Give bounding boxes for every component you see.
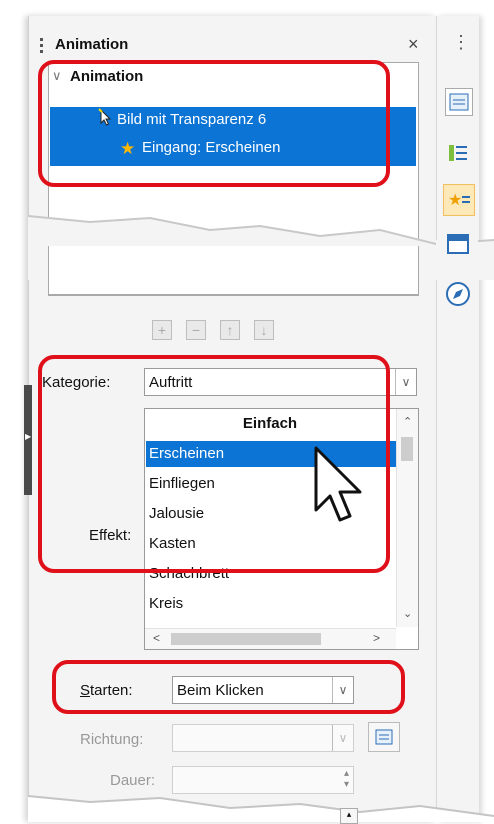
annotation-box-starten — [52, 660, 405, 714]
remove-effect-button[interactable]: − — [186, 320, 206, 340]
add-effect-button[interactable]: + — [152, 320, 172, 340]
animation-tab-icon[interactable]: ★ — [443, 184, 475, 216]
scroll-up-icon[interactable]: ⌃ — [403, 415, 412, 428]
scroll-right-icon[interactable]: > — [373, 631, 380, 645]
panel-title: Animation — [55, 36, 129, 53]
close-icon[interactable]: × — [408, 34, 419, 55]
annotation-box-effects — [38, 355, 390, 573]
list-buttons: + − ↑ ↓ — [152, 320, 288, 340]
richtung-select[interactable]: ∨ — [172, 724, 354, 752]
torn-edge-bottom — [27, 795, 494, 822]
chevron-down-icon[interactable]: ∨ — [395, 369, 416, 395]
annotation-box-list — [38, 60, 390, 187]
sidebar-tabbar — [436, 16, 479, 822]
navigator-tab-icon[interactable] — [444, 280, 472, 308]
slide-transition-tab-icon[interactable] — [446, 232, 470, 256]
effect-options-button[interactable] — [368, 722, 400, 752]
vertical-scrollbar[interactable]: ⌃ ⌄ — [396, 409, 418, 627]
styles-tab-icon[interactable] — [445, 140, 471, 166]
effekt-item[interactable]: Kreis — [149, 595, 183, 612]
more-options-icon[interactable]: ⋮ — [452, 32, 470, 53]
properties-tab-icon[interactable] — [445, 88, 473, 116]
richtung-label: Richtung: — [80, 731, 144, 748]
move-down-button[interactable]: ↓ — [254, 320, 274, 340]
scroll-down-icon[interactable]: ⌄ — [403, 607, 412, 620]
scroll-left-icon[interactable]: < — [153, 631, 160, 645]
options-icon — [375, 729, 393, 745]
animation-list-lower — [48, 246, 419, 295]
horizontal-scrollbar[interactable]: < > — [145, 628, 396, 649]
hscroll-thumb[interactable] — [171, 633, 321, 645]
scroll-thumb[interactable] — [401, 437, 413, 461]
expand-arrow-icon: ▶ — [25, 432, 32, 441]
chevron-down-icon[interactable]: ∨ — [332, 725, 353, 751]
move-up-button[interactable]: ↑ — [220, 320, 240, 340]
drag-grip-icon[interactable] — [40, 38, 43, 54]
svg-text:★: ★ — [448, 190, 462, 209]
